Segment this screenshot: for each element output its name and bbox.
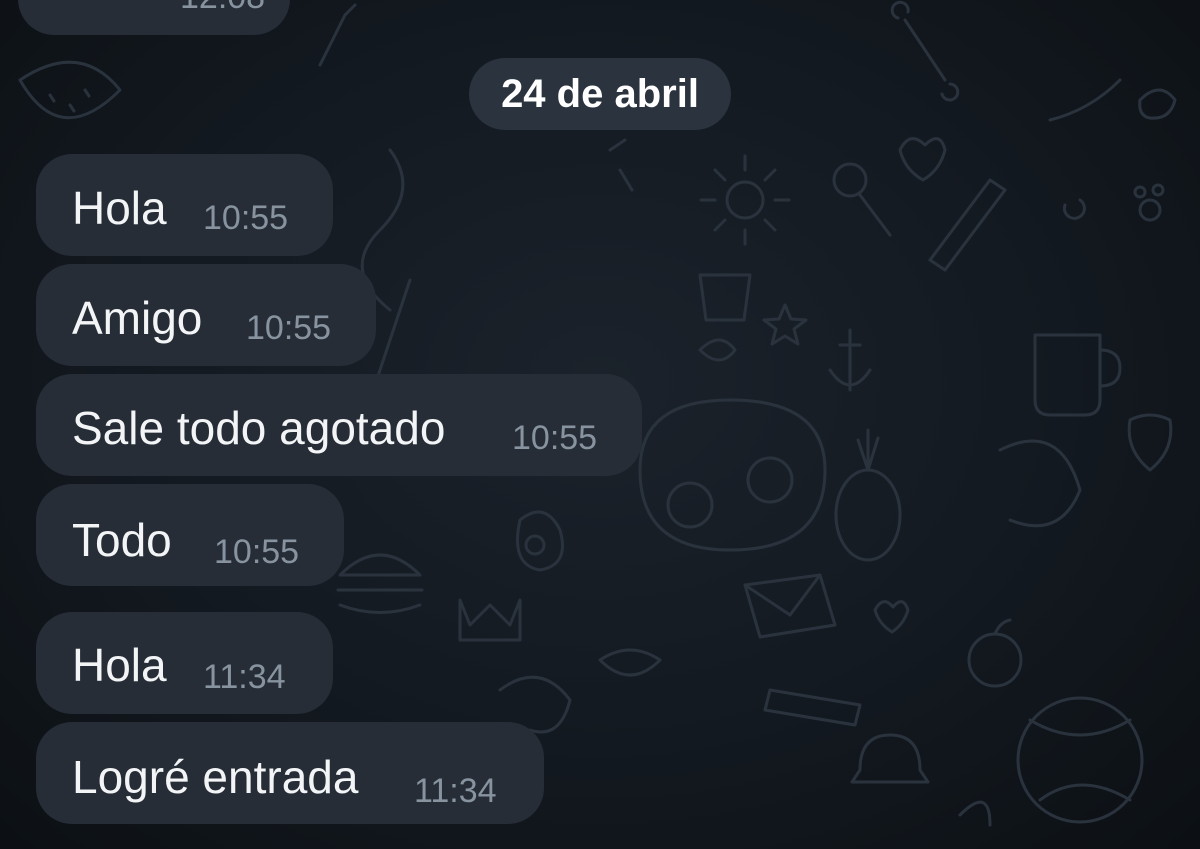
message-bubble[interactable]: Logré entrada 11:34 [36,722,544,824]
message-bubble[interactable]: Amigo 10:55 [36,264,376,366]
message-timestamp: 10:55 [203,199,289,237]
message-timestamp: 11:34 [414,772,497,810]
message-text: Hola [72,639,167,691]
date-separator: 24 de abril [469,58,731,130]
message-bubble[interactable]: Sale todo agotado 10:55 [36,374,642,476]
message-timestamp: 10:55 [512,419,598,457]
message-text: Logré entrada [72,751,359,803]
message-text: Todo [72,514,172,566]
message-text: Hola [72,182,167,234]
message-bubble[interactable]: Todo 10:55 [36,484,344,586]
message-timestamp: 10:55 [246,309,332,347]
message-timestamp: 10:55 [214,533,300,571]
previous-message-bubble[interactable]: 12:08 [18,0,290,35]
message-bubble[interactable]: Hola 11:34 [36,612,333,714]
message-timestamp: 11:34 [203,658,286,696]
message-timestamp: 12:08 [180,0,265,14]
message-text: Sale todo agotado [72,402,446,454]
message-text: Amigo [72,292,203,344]
message-bubble[interactable]: Hola 10:55 [36,154,333,256]
